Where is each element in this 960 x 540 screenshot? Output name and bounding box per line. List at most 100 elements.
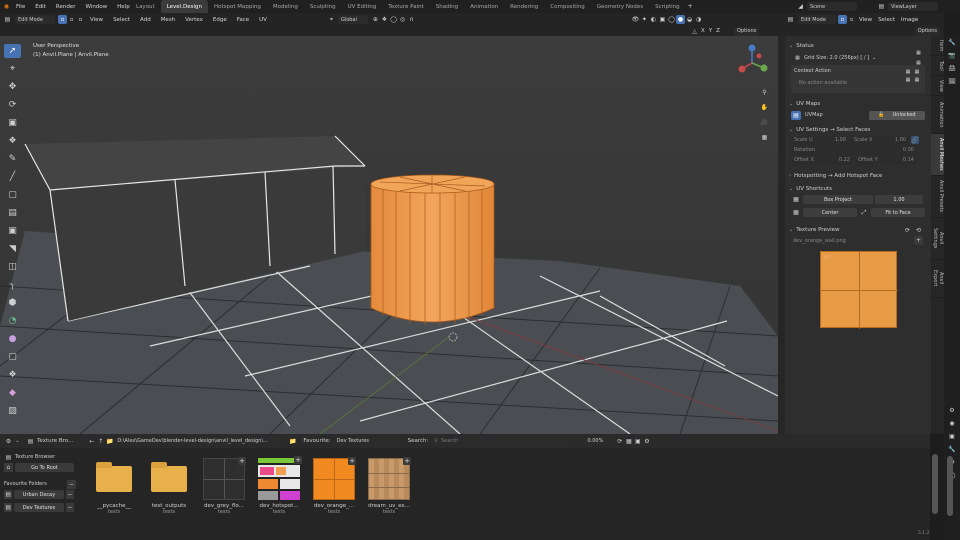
rip-tool-icon[interactable]: ▨ [4, 404, 21, 418]
uv-options[interactable]: Options [914, 26, 940, 36]
view-layer-props-icon[interactable]: 🖼 [948, 77, 957, 86]
tab-sculpting[interactable]: Sculpting [304, 0, 342, 13]
transform-orientation[interactable]: Global [337, 15, 368, 24]
browser-options-icon[interactable]: ⚙ [642, 437, 651, 446]
scene-field[interactable]: Scene [807, 2, 857, 11]
view-layer-field[interactable]: ViewLayer [888, 2, 938, 11]
uv-face-select-icon[interactable]: ▫ [847, 15, 856, 24]
tab-item[interactable]: Item [931, 36, 944, 56]
link-scale-icon[interactable]: 🔗 [911, 136, 919, 144]
add-cube-icon[interactable]: ▢ [4, 188, 21, 202]
extrude-tool-icon[interactable]: ▤ [4, 206, 21, 220]
tab-anvil-presets[interactable]: Anvil Presets [931, 176, 944, 218]
rotation-field[interactable]: Rotation 0.00 [791, 145, 917, 155]
scale-tool-icon[interactable]: ▣ [4, 116, 21, 130]
shrink-fatten-icon[interactable]: ❖ [4, 368, 21, 382]
scrollbar[interactable] [947, 456, 953, 516]
uvmaps-header[interactable]: ⌄ UV Maps [785, 99, 931, 109]
remove-fav-icon[interactable]: − [67, 479, 76, 489]
favourite-select[interactable]: Dev Textures [333, 436, 400, 446]
vertex-select-icon[interactable]: ▫ [58, 15, 67, 24]
uv-menu-select[interactable]: Select [875, 17, 898, 23]
poly-build-icon[interactable]: ⬢ [4, 296, 21, 310]
hotspot-header[interactable]: › Hotspotting → Add Hotspot Face [785, 171, 931, 181]
cursor-tool-icon[interactable]: ⌖ [4, 62, 21, 76]
ctx-icon-1[interactable]: ▦ [904, 68, 912, 75]
vp-menu-select[interactable]: Select [108, 17, 135, 23]
uv-mode-select[interactable]: Edit Mode [798, 15, 836, 24]
tab-animation[interactable]: Animation [464, 0, 504, 13]
mirror-y[interactable]: Y [707, 28, 714, 34]
object-props-icon[interactable]: ▣ [948, 432, 957, 441]
browser-dropdown-icon[interactable]: ⌄ [13, 437, 22, 446]
tab-rendering[interactable]: Rendering [504, 0, 544, 13]
tab-anvil-meshes[interactable]: Anvil Meshes [931, 134, 944, 176]
3d-viewport[interactable]: User Perspective (1) Anvil.Plane | Anvil… [0, 36, 778, 434]
tab-view[interactable]: View [931, 76, 944, 96]
up-icon[interactable]: ↑ [96, 437, 105, 446]
material-shading-icon[interactable]: ◒ [685, 15, 694, 24]
tab-modeling[interactable]: Modeling [267, 0, 304, 13]
select-box-icon[interactable]: ➚ [4, 44, 21, 58]
back-icon[interactable]: ← [87, 437, 96, 446]
tab-tool[interactable]: Tool [931, 56, 944, 76]
unlocked-button[interactable]: 🔓 Unlocked [869, 110, 925, 120]
ctx-icon-4[interactable]: ▦ [913, 76, 921, 83]
thumb-test-outputs[interactable]: test_outputs tests [143, 458, 195, 515]
overlay-icon[interactable]: ◐ [649, 15, 658, 24]
tab-compositing[interactable]: Compositing [544, 0, 590, 13]
spin-tool-icon[interactable]: ◔ [4, 314, 21, 328]
add-texture-icon[interactable]: + [238, 457, 246, 465]
face-select-icon[interactable]: ▫ [76, 15, 85, 24]
menu-file[interactable]: File [11, 4, 30, 10]
uvmap-name[interactable]: UVMap [805, 112, 823, 118]
rendered-shading-icon[interactable]: ◑ [694, 15, 703, 24]
transform-pivot-icon[interactable]: ⌖ [327, 15, 336, 24]
annotate-tool-icon[interactable]: ✎ [4, 152, 21, 166]
tab-geometry-nodes[interactable]: Geometry Nodes [591, 0, 649, 13]
tab-hotspot-mapping[interactable]: Hotspot Mapping [208, 0, 267, 13]
tab-scripting[interactable]: Scripting [649, 0, 685, 13]
proportional-edit-icon[interactable]: ◎ [398, 15, 407, 24]
box-project-button[interactable]: Box Project [803, 195, 873, 204]
scale-v-field[interactable]: Scale V 1.00 [851, 135, 909, 145]
navigation-gizmo[interactable] [735, 43, 770, 79]
browser-scrollbar[interactable] [932, 454, 938, 514]
uvsettings-header[interactable]: ⌄ UV Settings → Select Faces [785, 125, 931, 135]
inset-tool-icon[interactable]: ▣ [4, 224, 21, 238]
thumb-dream-uv[interactable]: + dream_uv_ex... tests [363, 457, 415, 515]
editor-type-icon[interactable]: ▤ [3, 15, 12, 24]
remove-dev-icon[interactable]: − [65, 503, 74, 512]
tab-animation-side[interactable]: Animation [931, 96, 944, 134]
add-preview-icon[interactable]: + [914, 236, 923, 245]
move-tool-icon[interactable]: ✥ [4, 80, 21, 94]
bevel-tool-icon[interactable]: ◥ [4, 242, 21, 256]
xray-icon[interactable]: ▣ [658, 15, 667, 24]
transform-tool-icon[interactable]: ❖ [4, 134, 21, 148]
thumb-pycache[interactable]: __pycache__ tests [88, 458, 140, 515]
tab-texture-paint[interactable]: Texture Paint [382, 0, 430, 13]
offset-x-field[interactable]: Offset X 0.22 [791, 155, 853, 165]
tab-layout[interactable]: Layout [130, 0, 161, 13]
tool-props-icon[interactable]: 🔧 [948, 38, 957, 47]
add-workspace-icon[interactable]: + [686, 2, 695, 11]
fit-to-face-button[interactable]: Fit to Face [871, 208, 925, 217]
add-texture-icon[interactable]: + [348, 457, 356, 465]
uv-menu-view[interactable]: View [856, 17, 875, 23]
uv-menu-image[interactable]: Image [898, 17, 921, 23]
mode-select[interactable]: Edit Mode [15, 15, 55, 24]
box-project-value[interactable]: 1.00 [875, 195, 923, 204]
mirror-z[interactable]: Z [714, 28, 722, 34]
vp-menu-add[interactable]: Add [135, 17, 156, 23]
scene-props-icon[interactable]: ⚙ [948, 406, 957, 415]
view-toggle-icon[interactable]: ▣ [633, 437, 642, 446]
filter-icon[interactable]: ▦ [624, 437, 633, 446]
vp-menu-uv[interactable]: UV [254, 17, 272, 23]
mirror-x[interactable]: X [699, 28, 707, 34]
zoom-icon[interactable]: ⚲ [760, 88, 769, 97]
ctx-icon-3[interactable]: ▦ [904, 76, 912, 83]
menu-render[interactable]: Render [51, 4, 81, 10]
world-props-icon[interactable]: ◉ [948, 419, 957, 428]
scale-u-field[interactable]: Scale U 1.00 [791, 135, 849, 145]
folder-browse-icon[interactable]: 📁 [288, 437, 297, 446]
